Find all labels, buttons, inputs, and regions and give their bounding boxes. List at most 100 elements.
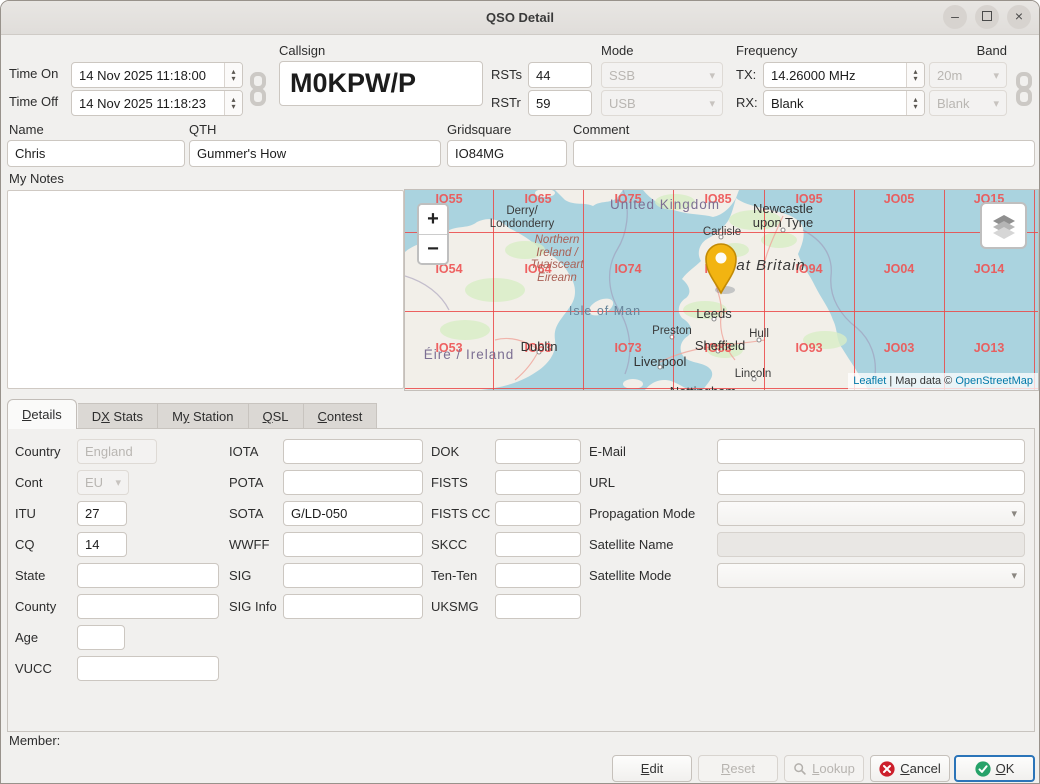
grid-label: JO13 (974, 341, 1005, 355)
grid-label: JO04 (884, 262, 915, 276)
comment-label: Comment (573, 122, 629, 137)
search-icon (793, 762, 807, 776)
place-label: Éire / Ireland (424, 348, 515, 363)
name-label: Name (9, 122, 44, 137)
cancel-icon (879, 761, 895, 777)
time-off-label: Time Off (9, 94, 58, 109)
map-attribution: Leaflet | Map data © OpenStreetMap (848, 373, 1038, 390)
rsts-input[interactable] (528, 62, 592, 88)
my-notes-textarea[interactable] (7, 190, 404, 389)
rx-frequency-field[interactable]: Blank ▴▾ (763, 90, 925, 116)
tx-frequency-field[interactable]: 14.26000 MHz ▴▾ (763, 62, 925, 88)
attribution-text: | Map data © (886, 375, 955, 387)
grid-label: IO65 (524, 192, 551, 206)
tab-my-station[interactable]: My Station (158, 403, 248, 429)
spinner-down-icon: ▾ (913, 103, 917, 110)
member-label: Member: (9, 733, 60, 748)
tab-contest[interactable]: Contest (304, 403, 378, 429)
map-marker-icon[interactable] (703, 240, 743, 298)
band-rx-value: Blank (937, 96, 993, 111)
openstreetmap-link[interactable]: OpenStreetMap (955, 375, 1033, 387)
maximize-button[interactable] (975, 5, 999, 29)
zoom-in-button[interactable]: + (419, 205, 447, 234)
tab-details[interactable]: Details (7, 399, 77, 429)
tab-qsl[interactable]: QSL (249, 403, 304, 429)
rx-frequency-spinner[interactable]: ▴▾ (906, 91, 924, 115)
place-label: Carlisle (703, 226, 741, 239)
place-label: Liverpool (634, 355, 687, 369)
grid-label: JO05 (884, 192, 915, 206)
name-input[interactable] (7, 140, 185, 167)
ok-button[interactable]: OK (954, 755, 1035, 782)
time-off-spinner[interactable]: ▴▾ (224, 91, 242, 115)
mode-tx-value: SSB (609, 68, 709, 83)
band-tx-value: 20m (937, 68, 993, 83)
dropdown-arrow-icon: ▾ (709, 69, 715, 82)
time-on-spinner[interactable]: ▴▾ (224, 63, 242, 87)
place-label: Derry/ Londonderry (490, 205, 555, 230)
close-button[interactable]: × (1007, 5, 1031, 29)
time-off-value: 14 Nov 2025 11:18:23 (72, 91, 224, 115)
qso-detail-window: QSO Detail – × Time On 14 Nov 2025 11:18… (0, 0, 1040, 784)
grid-label: IO74 (614, 262, 641, 276)
grid-label: JO03 (884, 341, 915, 355)
time-on-field[interactable]: 14 Nov 2025 11:18:00 ▴▾ (71, 62, 243, 88)
reset-button: Reset (698, 755, 778, 782)
rx-frequency-value: Blank (764, 91, 906, 115)
minimize-button[interactable]: – (943, 5, 967, 29)
rstr-input[interactable] (528, 90, 592, 116)
ok-icon (975, 761, 991, 777)
gridsquare-label: Gridsquare (447, 122, 511, 137)
zoom-out-button[interactable]: − (419, 235, 447, 264)
callsign-input[interactable] (279, 61, 483, 106)
leaflet-link[interactable]: Leaflet (853, 375, 886, 387)
mode-tx-select: SSB ▾ (601, 62, 723, 88)
time-on-label: Time On (9, 66, 58, 81)
spinner-down-icon: ▾ (913, 75, 917, 82)
tx-frequency-value: 14.26000 MHz (764, 63, 906, 87)
edit-button[interactable]: Edit (612, 755, 692, 782)
map[interactable]: IO55IO65IO75IO85IO95JO05JO15IO54IO64IO74… (404, 189, 1039, 391)
time-on-value: 14 Nov 2025 11:18:00 (72, 63, 224, 87)
place-label: Nottingham (670, 385, 736, 391)
mode-rx-value: USB (609, 96, 709, 111)
time-link-icon (247, 71, 269, 107)
map-zoom-control: + − (417, 203, 449, 265)
comment-input[interactable] (573, 140, 1035, 167)
grid-label: IO93 (795, 341, 822, 355)
place-label: Northern Ireland / Tuaisceart Éireann (531, 234, 584, 285)
place-label: Lincoln (735, 368, 771, 381)
titlebar: QSO Detail – × (1, 1, 1039, 35)
tx-frequency-spinner[interactable]: ▴▾ (906, 63, 924, 87)
mode-label: Mode (601, 43, 634, 58)
place-label: Sheffield (695, 339, 745, 353)
cancel-button[interactable]: Cancel (870, 755, 950, 782)
rx-label: RX: (736, 95, 758, 110)
time-off-field[interactable]: 14 Nov 2025 11:18:23 ▴▾ (71, 90, 243, 116)
frequency-label: Frequency (736, 43, 797, 58)
rsts-label: RSTs (491, 67, 522, 82)
my-notes-label: My Notes (9, 171, 64, 186)
qth-input[interactable] (189, 140, 441, 167)
spinner-down-icon: ▾ (231, 75, 235, 82)
place-label: Dublin (521, 340, 558, 354)
tx-label: TX: (736, 67, 756, 82)
details-panel (7, 428, 1035, 732)
gridsquare-input[interactable] (447, 140, 567, 167)
place-label: Preston (652, 325, 692, 338)
place-label: Newcastle upon Tyne (753, 202, 813, 231)
tab-bar: DetailsDX StatsMy StationQSLContest (7, 399, 377, 429)
tab-dx-stats[interactable]: DX Stats (78, 403, 158, 429)
spinner-down-icon: ▾ (231, 103, 235, 110)
dropdown-arrow-icon: ▾ (993, 97, 999, 110)
band-label: Band (929, 43, 1007, 58)
mode-rx-select: USB ▾ (601, 90, 723, 116)
lookup-button: Lookup (784, 755, 864, 782)
rstr-label: RSTr (491, 95, 521, 110)
place-label: Isle of Man (569, 305, 641, 319)
dropdown-arrow-icon: ▾ (993, 69, 999, 82)
map-layers-button[interactable] (980, 202, 1027, 249)
place-label: Leeds (696, 307, 731, 321)
grid-label: IO73 (614, 341, 641, 355)
callsign-label: Callsign (279, 43, 325, 58)
